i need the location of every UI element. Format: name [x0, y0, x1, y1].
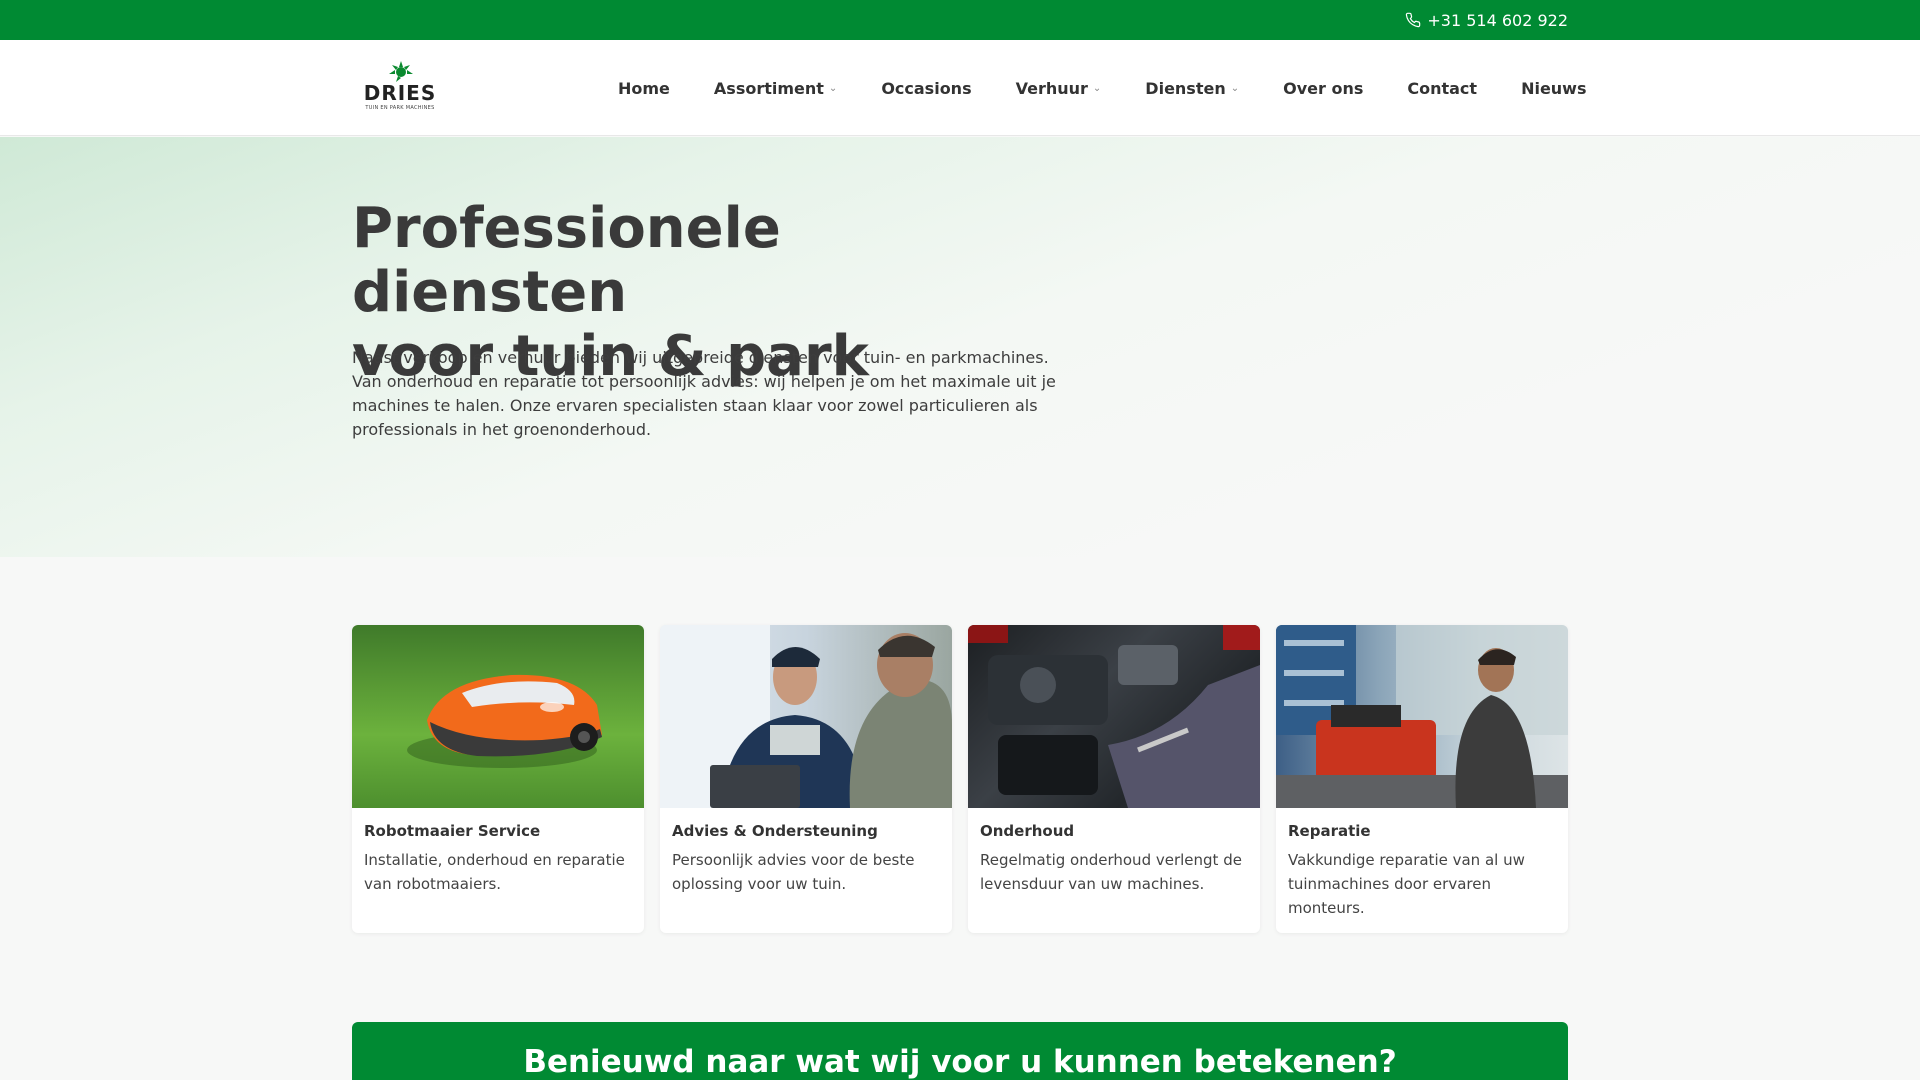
card-description: Vakkundige reparatie van al uw tuinmachi…	[1288, 851, 1525, 917]
card-description: Installatie, onderhoud en reparatie van …	[364, 851, 625, 893]
robotic-lawnmower-image	[352, 625, 644, 808]
advice-meeting-image	[660, 625, 952, 808]
nav-label[interactable]: Occasions	[881, 79, 971, 98]
top-bar: +31 514 602 922	[0, 0, 1920, 40]
hero-section: Professionele diensten voor tuin & park …	[0, 137, 1920, 557]
hero-intro-text: Naast verkoop en verhuur bieden wij uitg…	[352, 348, 1056, 439]
service-card-reparatie[interactable]: Reparatie Vakkundige reparatie van al uw…	[1276, 625, 1568, 933]
nav-item-diensten[interactable]: Diensten ⌄	[1145, 79, 1239, 98]
nav-item-home[interactable]: Home	[618, 79, 670, 98]
service-card-advies[interactable]: Advies & Ondersteuning Persoonlijk advie…	[660, 625, 952, 933]
nav-item-occasions[interactable]: Occasions	[881, 79, 971, 98]
nav-label[interactable]: Diensten	[1145, 79, 1225, 98]
chevron-down-icon: ⌄	[828, 82, 838, 94]
nav-label[interactable]: Verhuur	[1016, 79, 1088, 98]
logo-tagline: TUIN EN PARK MACHINES	[365, 105, 435, 111]
workshop-repair-image	[1276, 625, 1568, 808]
card-title: Advies & Ondersteuning	[672, 822, 878, 840]
nav-item-nieuws[interactable]: Nieuws	[1521, 79, 1586, 98]
chevron-down-icon: ⌄	[1092, 82, 1102, 94]
nav-item-assortiment[interactable]: Assortiment ⌄	[714, 79, 837, 98]
nav-label[interactable]: Home	[618, 79, 670, 98]
nav-label[interactable]: Nieuws	[1521, 79, 1586, 98]
card-title: Onderhoud	[980, 822, 1075, 840]
nav-label[interactable]: Over ons	[1283, 79, 1363, 98]
card-title: Reparatie	[1288, 822, 1371, 840]
nav-item-verhuur[interactable]: Verhuur ⌄	[1016, 79, 1102, 98]
service-card-onderhoud[interactable]: Onderhoud Regelmatig onderhoud verlengt …	[968, 625, 1260, 933]
phone-number[interactable]: +31 514 602 922	[1427, 11, 1568, 30]
phone-link[interactable]: +31 514 602 922	[1405, 0, 1568, 40]
chevron-down-icon: ⌄	[1230, 82, 1240, 94]
main-nav: Home Assortiment ⌄ Occasions Verhuur ⌄ Die…	[618, 40, 1586, 136]
cta-banner: Benieuwd naar wat wij voor u kunnen bete…	[352, 1022, 1568, 1080]
logo-wordmark: DRIES	[363, 81, 437, 105]
nav-item-contact[interactable]: Contact	[1407, 79, 1477, 98]
card-description: Persoonlijk advies voor de beste oplossi…	[672, 851, 915, 893]
logo[interactable]: DRIES TUIN EN PARK MACHINES	[362, 60, 438, 116]
nav-item-over-ons[interactable]: Over ons	[1283, 79, 1363, 98]
page-title-line1: Professionele diensten	[352, 196, 781, 325]
phone-icon	[1406, 12, 1421, 28]
nav-label[interactable]: Assortiment	[714, 79, 824, 98]
card-title: Robotmaaier Service	[364, 822, 541, 840]
nav-label[interactable]: Contact	[1407, 79, 1477, 98]
site-header: DRIES TUIN EN PARK MACHINES Home Assorti…	[0, 40, 1920, 136]
card-description: Regelmatig onderhoud verlengt de levensd…	[980, 851, 1242, 893]
service-card-robotmaaier[interactable]: Robotmaaier Service Installatie, onderho…	[352, 625, 644, 933]
engine-maintenance-image	[968, 625, 1260, 808]
services-cards: Robotmaaier Service Installatie, onderho…	[352, 625, 1568, 933]
cta-title: Benieuwd naar wat wij voor u kunnen bete…	[523, 1044, 1397, 1080]
